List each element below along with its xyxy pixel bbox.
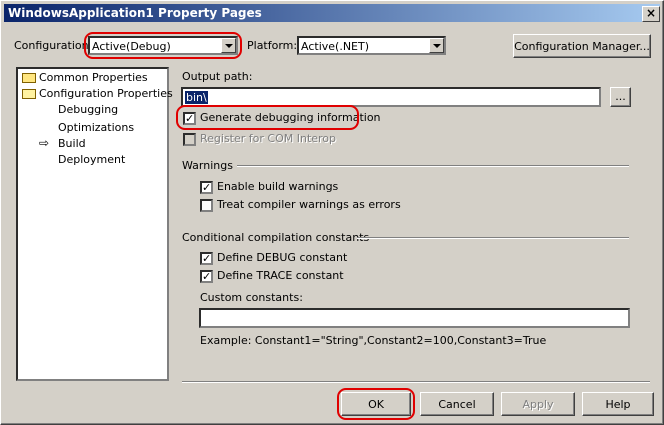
browse-button[interactable]: ... [610,87,631,107]
highlight-ring-configuration [84,32,242,59]
arrow-right-icon: ⇨ [39,136,50,150]
open-folder-icon [22,89,36,99]
warnings-header: Warnings [182,159,233,172]
platform-value: Active(.NET) [301,40,370,53]
browse-label: ... [615,90,626,103]
example-text: Example: Constant1="String",Constant2=10… [200,334,547,347]
enable-warnings-checkbox[interactable]: ✓ [200,181,213,194]
highlight-ring-ok [337,388,415,420]
custom-constants-label: Custom constants: [200,291,303,304]
define-debug-label: Define DEBUG constant [217,251,348,264]
configuration-manager-button[interactable]: Configuration Manager... [513,34,651,58]
tree-item-deployment[interactable]: Deployment [58,153,125,166]
cancel-label: Cancel [438,398,476,411]
tree-item-common-properties[interactable]: Common Properties [39,71,148,84]
apply-button: Apply [501,392,575,416]
property-tree[interactable]: Common Properties Configuration Properti… [16,67,173,381]
treat-warnings-label: Treat compiler warnings as errors [217,198,401,211]
enable-warnings-label: Enable build warnings [217,180,339,193]
bottom-divider [182,381,650,383]
treat-warnings-checkbox[interactable] [200,199,213,212]
help-label: Help [605,398,631,411]
tree-item-build[interactable]: Build [58,137,86,150]
output-path-input[interactable]: bin\ [181,87,601,107]
cancel-button[interactable]: Cancel [420,392,494,416]
folder-icon [22,73,36,83]
close-icon[interactable]: × [642,6,660,22]
output-path-label: Output path: [182,70,253,83]
define-trace-label: Define TRACE constant [217,269,344,282]
constants-divider [357,237,629,239]
configuration-manager-label: Configuration Manager... [514,40,650,53]
warnings-divider [237,165,629,167]
platform-select[interactable]: Active(.NET) [297,36,446,55]
window-title: WindowsApplication1 Property Pages [8,6,262,20]
apply-label: Apply [522,398,554,411]
chevron-down-icon[interactable] [429,38,444,53]
output-path-value: bin\ [185,91,208,104]
property-pages-window: WindowsApplication1 Property Pages × Con… [0,0,664,425]
define-debug-checkbox[interactable]: ✓ [200,252,213,265]
tree-item-debugging[interactable]: Debugging [58,103,118,116]
help-button[interactable]: Help [582,392,654,416]
custom-constants-input[interactable] [199,308,630,328]
title-bar[interactable]: WindowsApplication1 Property Pages × [4,4,660,22]
configuration-label: Configuration: [14,39,93,52]
tree-item-configuration-properties[interactable]: Configuration Properties [39,87,173,100]
register-com-label: Register for COM Interop [200,132,337,145]
tree-item-optimizations[interactable]: Optimizations [58,121,134,134]
register-com-checkbox [183,133,196,146]
constants-header: Conditional compilation constants [182,231,370,244]
define-trace-checkbox[interactable]: ✓ [200,270,213,283]
platform-label: Platform: [247,39,298,52]
highlight-ring-debug-info [176,105,359,130]
